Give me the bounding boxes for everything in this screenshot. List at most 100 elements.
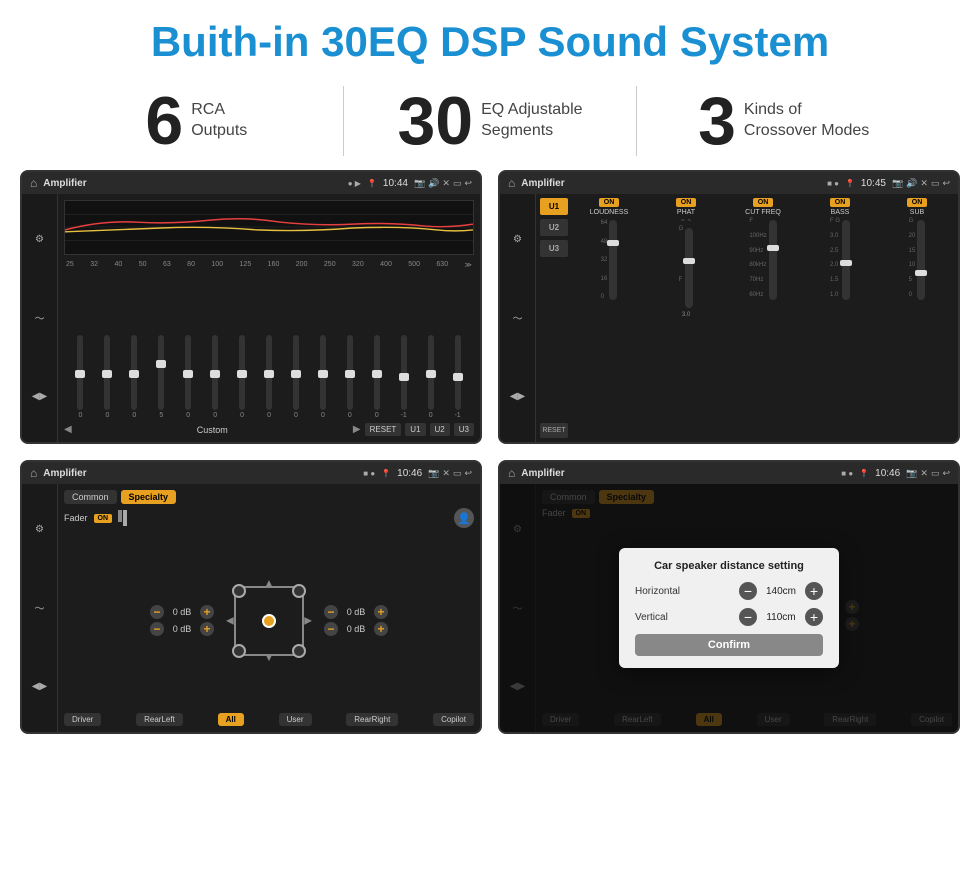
cutfreq-slider[interactable] [769,220,777,300]
dialog-box: Car speaker distance setting Horizontal … [619,548,839,668]
vol-minus-fl[interactable]: − [150,605,164,619]
arrow-down[interactable]: ▼ [264,653,274,664]
vertical-stepper: − 110cm + [739,608,823,626]
vertical-label: Vertical [635,612,700,623]
eq-u2-btn[interactable]: U2 [430,423,450,436]
fader-vol-fl: − 0 dB + [150,605,214,619]
stat-crossover: 3 Kinds of Crossover Modes [647,87,920,155]
bass-label: BASS [831,209,850,216]
eq-u3-btn[interactable]: U3 [454,423,474,436]
fader-user-icon[interactable]: 👤 [454,508,474,528]
eq-slider-13[interactable]: 0 [418,335,443,419]
cross-reset-btn[interactable]: RESET [540,423,568,438]
eq-sidebar-btn-2[interactable]: 〜 [26,304,54,332]
vol-minus-fr[interactable]: − [324,605,338,619]
dialog-horizontal-row: Horizontal − 140cm + [635,582,823,600]
arrow-up[interactable]: ▲ [264,578,274,589]
screen-eq: ⌂ Amplifier ● ▶ 📍 10:44 📷🔊✕▭↩ ⚙ 〜 ◀▶ [20,170,482,444]
eq-slider-8[interactable]: 0 [284,335,309,419]
horizontal-plus-btn[interactable]: + [805,582,823,600]
eq-sidebar-btn-3[interactable]: ◀▶ [26,383,54,411]
arrow-right[interactable]: ▶ [304,615,312,626]
eq-slider-6[interactable]: 0 [230,335,255,419]
eq-slider-1[interactable]: 0 [95,335,120,419]
eq-slider-10[interactable]: 0 [337,335,362,419]
eq-slider-14[interactable]: -1 [445,335,470,419]
fader-main-area: Common Specialty Fader ON 👤 [58,484,480,732]
cross-channel-sub: ON SUB G 20 15 10 5 0 [880,198,954,438]
cross-channel-phat: ON PHAT ~~ G F [649,198,723,438]
eq-slider-2[interactable]: 0 [122,335,147,419]
cross-sidebar-btn-1[interactable]: ⚙ [504,225,532,253]
eq-prev-btn[interactable]: ◀ [64,424,72,435]
fader-sidebar-btn-3[interactable]: ◀▶ [26,673,54,701]
loudness-slider[interactable] [609,220,617,300]
status-bar-eq: ⌂ Amplifier ● ▶ 📍 10:44 📷🔊✕▭↩ [22,172,480,194]
sub-slider[interactable] [917,220,925,300]
loudness-label: LOUDNESS [590,209,629,216]
fader-bottom-btns: Driver RearLeft All User RearRight Copil… [64,713,474,726]
eq-slider-3[interactable]: 5 [149,335,174,419]
eq-slider-9[interactable]: 0 [310,335,335,419]
vol-plus-fl[interactable]: + [200,605,214,619]
eq-sidebar-btn-1[interactable]: ⚙ [26,225,54,253]
dialog-status-icons: 📷✕▭↩ [906,468,950,479]
confirm-button[interactable]: Confirm [635,634,823,656]
tab-common[interactable]: Common [64,490,117,504]
cross-main-area: U1 U2 U3 RESET ON LOUDNESS 64 48 [536,194,958,442]
eq-slider-5[interactable]: 0 [203,335,228,419]
eq-slider-11[interactable]: 0 [364,335,389,419]
phat-toggle[interactable]: ON [676,198,697,207]
vol-minus-rr[interactable]: − [324,622,338,636]
speaker-fr [292,584,306,598]
cross-sidebar-btn-3[interactable]: ◀▶ [504,383,532,411]
dialog-dots: ■ ● [841,469,853,478]
vertical-plus-btn[interactable]: + [805,608,823,626]
cutfreq-toggle[interactable]: ON [753,198,774,207]
cross-sidebar-btn-2[interactable]: 〜 [504,304,532,332]
eq-slider-12[interactable]: -1 [391,335,416,419]
eq-reset-btn[interactable]: RESET [365,423,402,436]
user-btn[interactable]: User [279,713,312,726]
horizontal-minus-btn[interactable]: − [739,582,757,600]
arrow-left[interactable]: ◀ [226,615,234,626]
fader-toggle-btn[interactable]: ON [94,514,113,523]
cross-u3-btn[interactable]: U3 [540,240,568,257]
eq-slider-4[interactable]: 0 [176,335,201,419]
eq-bottom-bar: ◀ Custom ▶ RESET U1 U2 U3 [64,423,474,436]
phat-slider[interactable] [685,228,693,308]
eq-next-btn[interactable]: ▶ [353,424,361,435]
fader-sidebar-btn-1[interactable]: ⚙ [26,515,54,543]
eq-slider-7[interactable]: 0 [257,335,282,419]
fader-sidebar-btn-2[interactable]: 〜 [26,594,54,622]
eq-status-icons: 📷🔊✕▭↩ [414,178,472,189]
fader-right-vols: − 0 dB + − 0 dB + [324,605,388,636]
bass-slider[interactable] [842,220,850,300]
rearleft-btn[interactable]: RearLeft [136,713,183,726]
speaker-distance-dialog: Car speaker distance setting Horizontal … [500,484,958,732]
vertical-minus-btn[interactable]: − [739,608,757,626]
copilot-btn[interactable]: Copilot [433,713,474,726]
fader-label: Fader [64,513,88,523]
vol-plus-rr[interactable]: + [374,622,388,636]
page-header: Buith-in 30EQ DSP Sound System [0,0,980,76]
eq-left-sidebar: ⚙ 〜 ◀▶ [22,194,58,442]
cross-presets: U1 U2 U3 RESET [540,198,568,438]
home-icon-eq: ⌂ [30,176,37,190]
cross-u1-btn[interactable]: U1 [540,198,568,215]
vol-plus-rl[interactable]: + [200,622,214,636]
all-btn[interactable]: All [218,713,244,726]
vol-val-rr: 0 dB [341,624,371,634]
cross-u2-btn[interactable]: U2 [540,219,568,236]
loudness-toggle[interactable]: ON [599,198,620,207]
bass-toggle[interactable]: ON [830,198,851,207]
sub-toggle[interactable]: ON [907,198,928,207]
eq-slider-0[interactable]: 0 [68,335,93,419]
driver-btn[interactable]: Driver [64,713,101,726]
tab-specialty[interactable]: Specialty [121,490,177,504]
vol-minus-rl[interactable]: − [150,622,164,636]
eq-u1-btn[interactable]: U1 [405,423,425,436]
car-body: ▲ ▼ ◀ ▶ [224,576,314,666]
rearright-btn[interactable]: RearRight [346,713,398,726]
vol-plus-fr[interactable]: + [374,605,388,619]
